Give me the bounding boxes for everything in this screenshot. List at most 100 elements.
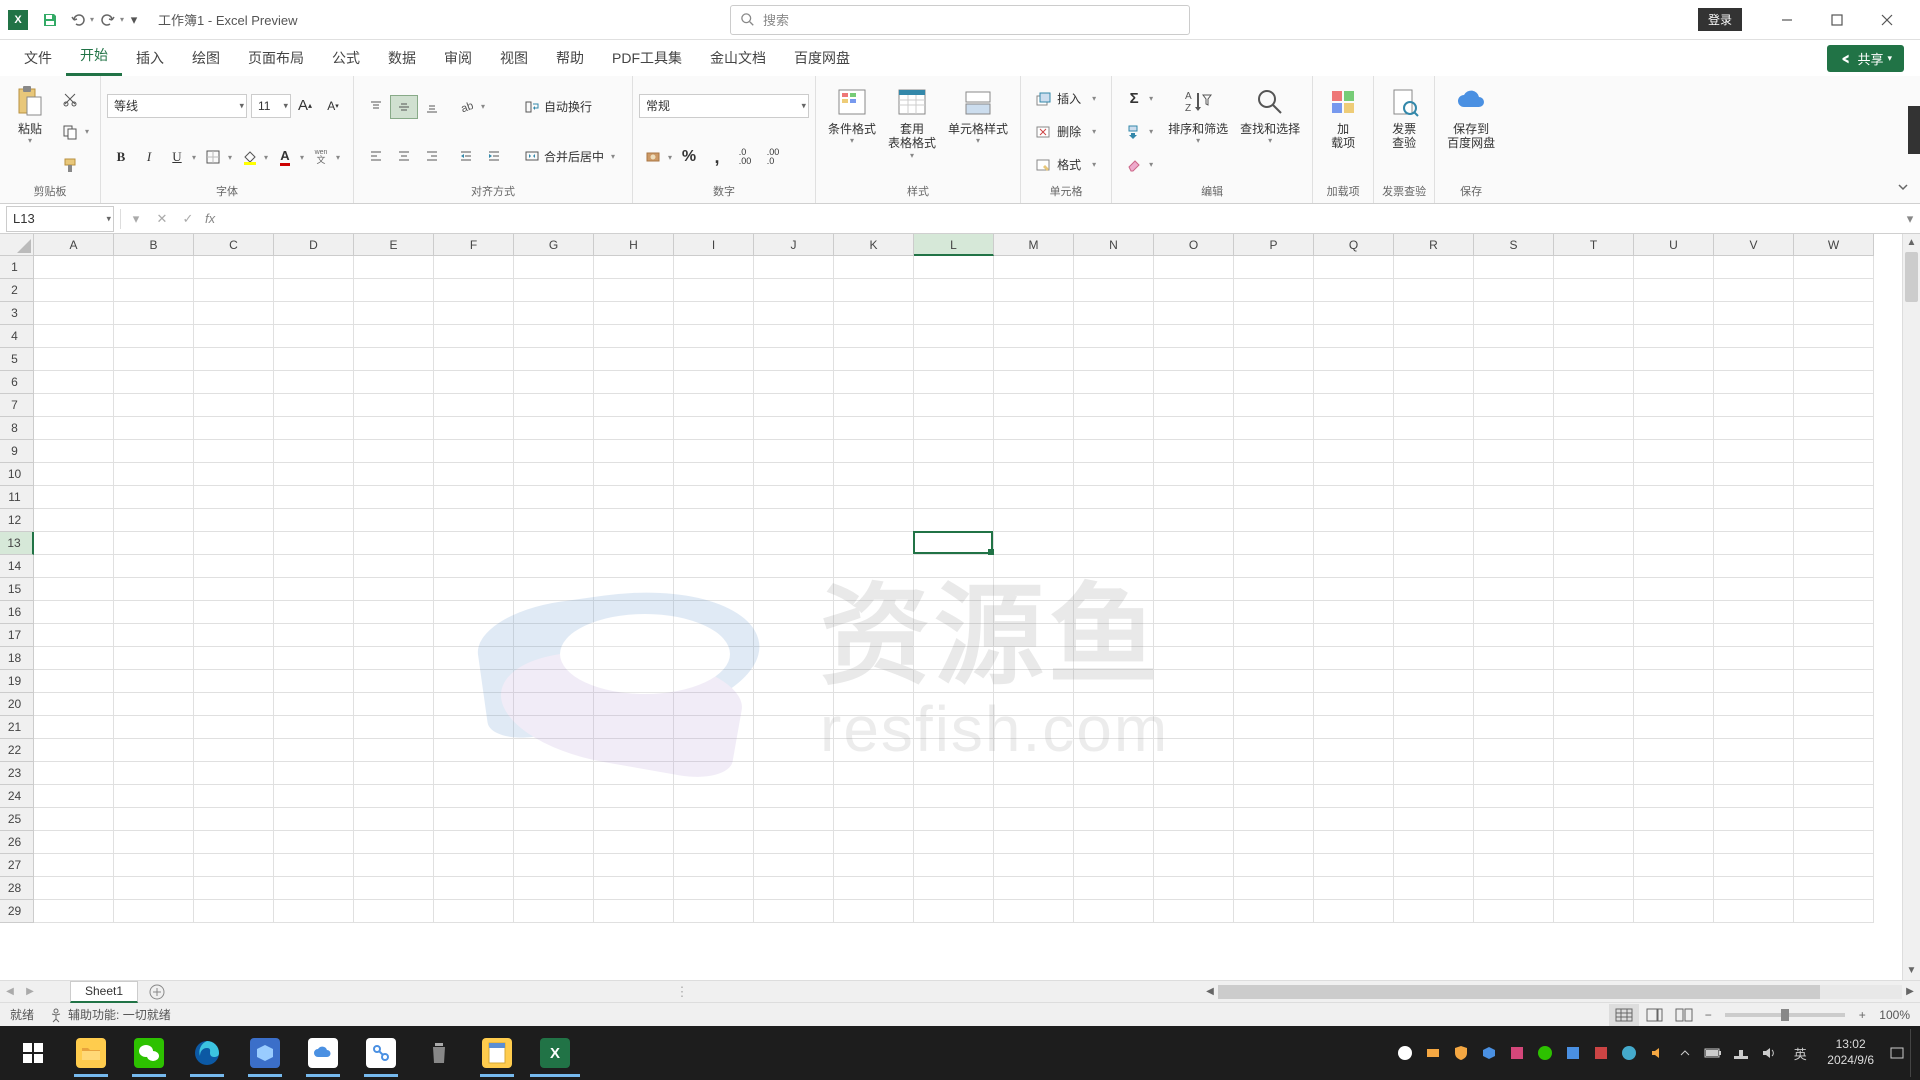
cell[interactable] bbox=[274, 279, 354, 302]
cell[interactable] bbox=[194, 325, 274, 348]
cell[interactable] bbox=[1634, 647, 1714, 670]
tab-view[interactable]: 视图 bbox=[486, 40, 542, 76]
cell[interactable] bbox=[674, 325, 754, 348]
cell[interactable] bbox=[194, 808, 274, 831]
cell[interactable] bbox=[114, 601, 194, 624]
cell[interactable] bbox=[754, 371, 834, 394]
cell[interactable] bbox=[1074, 762, 1154, 785]
cell[interactable] bbox=[1794, 325, 1874, 348]
cell[interactable] bbox=[834, 808, 914, 831]
cell[interactable] bbox=[194, 578, 274, 601]
cell[interactable] bbox=[434, 394, 514, 417]
cell[interactable] bbox=[914, 831, 994, 854]
cell[interactable] bbox=[1794, 348, 1874, 371]
cell[interactable] bbox=[674, 279, 754, 302]
cell[interactable] bbox=[674, 509, 754, 532]
cell[interactable] bbox=[514, 831, 594, 854]
bold-button[interactable]: B bbox=[107, 145, 135, 169]
taskbar-app-cloud[interactable] bbox=[294, 1029, 352, 1077]
cell[interactable] bbox=[994, 509, 1074, 532]
cell[interactable] bbox=[1074, 716, 1154, 739]
merge-dropdown-icon[interactable]: ▾ bbox=[608, 152, 618, 161]
shrink-font-button[interactable]: A▾ bbox=[319, 94, 347, 118]
cell[interactable] bbox=[354, 256, 434, 279]
cell[interactable] bbox=[994, 463, 1074, 486]
cell[interactable] bbox=[1554, 463, 1634, 486]
cell-styles-button[interactable]: 单元格样式▾ bbox=[942, 80, 1014, 183]
cell[interactable] bbox=[1714, 785, 1794, 808]
cell[interactable] bbox=[514, 808, 594, 831]
col-header-I[interactable]: I bbox=[674, 234, 754, 256]
cell[interactable] bbox=[1474, 348, 1554, 371]
cell[interactable] bbox=[1554, 647, 1634, 670]
cell[interactable] bbox=[594, 325, 674, 348]
cell[interactable] bbox=[34, 256, 114, 279]
cell[interactable] bbox=[1234, 601, 1314, 624]
cell[interactable] bbox=[1554, 279, 1634, 302]
cell[interactable] bbox=[1234, 854, 1314, 877]
cell[interactable] bbox=[1554, 670, 1634, 693]
cell[interactable] bbox=[1394, 716, 1474, 739]
row-header-2[interactable]: 2 bbox=[0, 279, 34, 302]
col-header-U[interactable]: U bbox=[1634, 234, 1714, 256]
cell[interactable] bbox=[1314, 785, 1394, 808]
taskbar-app-link[interactable] bbox=[352, 1029, 410, 1077]
cell[interactable] bbox=[434, 555, 514, 578]
scroll-up-button[interactable]: ▲ bbox=[1903, 234, 1920, 252]
cell[interactable] bbox=[1634, 325, 1714, 348]
paste-dropdown-icon[interactable]: ▾ bbox=[28, 136, 32, 145]
cell[interactable] bbox=[914, 624, 994, 647]
cell[interactable] bbox=[594, 555, 674, 578]
cell[interactable] bbox=[1314, 601, 1394, 624]
cell[interactable] bbox=[1394, 302, 1474, 325]
cell[interactable] bbox=[1154, 854, 1234, 877]
cell[interactable] bbox=[274, 693, 354, 716]
cell[interactable] bbox=[1634, 877, 1714, 900]
cell[interactable] bbox=[434, 371, 514, 394]
cell[interactable] bbox=[1234, 532, 1314, 555]
cell[interactable] bbox=[274, 601, 354, 624]
cell[interactable] bbox=[1314, 394, 1394, 417]
grow-font-button[interactable]: A▴ bbox=[291, 94, 319, 118]
fill-button[interactable]: ▾ bbox=[1120, 119, 1160, 145]
col-header-T[interactable]: T bbox=[1554, 234, 1634, 256]
cell[interactable] bbox=[1074, 463, 1154, 486]
tab-file[interactable]: 文件 bbox=[10, 40, 66, 76]
cell[interactable] bbox=[1314, 417, 1394, 440]
cell[interactable] bbox=[274, 900, 354, 923]
cell[interactable] bbox=[1794, 417, 1874, 440]
tray-volume[interactable] bbox=[1755, 1029, 1783, 1077]
cell[interactable] bbox=[274, 647, 354, 670]
cell[interactable] bbox=[674, 601, 754, 624]
cut-button[interactable] bbox=[56, 87, 84, 111]
row-header-23[interactable]: 23 bbox=[0, 762, 34, 785]
cell[interactable] bbox=[274, 325, 354, 348]
cell[interactable] bbox=[1474, 555, 1554, 578]
cell[interactable] bbox=[754, 417, 834, 440]
undo-dropdown-icon[interactable]: ▾ bbox=[90, 15, 94, 24]
cell[interactable] bbox=[1234, 831, 1314, 854]
cell[interactable] bbox=[594, 486, 674, 509]
cell[interactable] bbox=[274, 555, 354, 578]
cell[interactable] bbox=[1074, 578, 1154, 601]
cell[interactable] bbox=[1554, 762, 1634, 785]
row-header-15[interactable]: 15 bbox=[0, 578, 34, 601]
cell[interactable] bbox=[1074, 624, 1154, 647]
cell[interactable] bbox=[514, 394, 594, 417]
delete-cells-button[interactable]: 删除▾ bbox=[1029, 119, 1103, 145]
cell[interactable] bbox=[1154, 785, 1234, 808]
cell[interactable] bbox=[1394, 762, 1474, 785]
cell[interactable] bbox=[34, 854, 114, 877]
cell[interactable] bbox=[914, 302, 994, 325]
cell[interactable] bbox=[1794, 624, 1874, 647]
cell[interactable] bbox=[754, 302, 834, 325]
cell[interactable] bbox=[1794, 394, 1874, 417]
cell[interactable] bbox=[994, 670, 1074, 693]
cell[interactable] bbox=[754, 509, 834, 532]
cell[interactable] bbox=[1474, 624, 1554, 647]
cell[interactable] bbox=[194, 256, 274, 279]
row-header-11[interactable]: 11 bbox=[0, 486, 34, 509]
cell[interactable] bbox=[354, 417, 434, 440]
cell[interactable] bbox=[1794, 762, 1874, 785]
cell[interactable] bbox=[514, 670, 594, 693]
